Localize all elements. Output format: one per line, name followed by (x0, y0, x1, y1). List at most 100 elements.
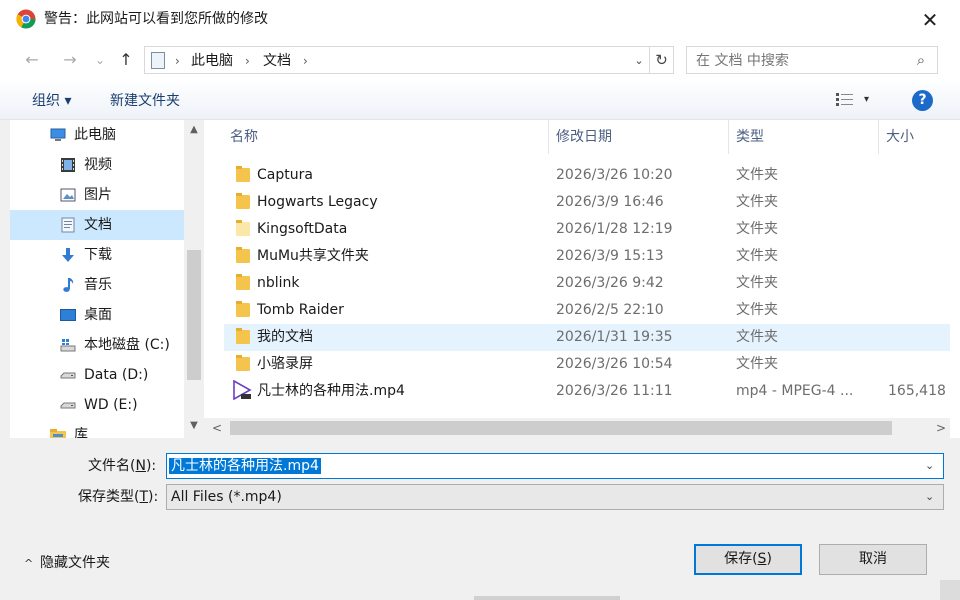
sort-ascending-icon: ^ (378, 120, 388, 127)
file-row[interactable]: 我的文档 2026/1/31 19:35 文件夹 (224, 324, 950, 351)
address-dropdown-icon[interactable]: ⌄ (631, 51, 647, 71)
up-arrow-icon[interactable]: ↑ (114, 48, 138, 72)
navigation-pane: 此电脑 视频 图片 文档 下载 音乐 桌面 本地磁盘 (C:) Data (D:… (10, 120, 184, 438)
background-strip (474, 596, 620, 600)
sidebar-item-label: 库 (74, 427, 88, 438)
new-folder-button[interactable]: 新建文件夹 (110, 92, 180, 110)
back-arrow-icon[interactable]: ← (20, 48, 44, 72)
file-modified: 2026/1/28 12:19 (556, 221, 673, 237)
breadcrumb-separator-icon[interactable]: › (175, 51, 180, 71)
filename-input[interactable]: 凡士林的各种用法.mp4 ⌄ (166, 453, 944, 479)
folder-icon (236, 301, 250, 317)
filetype-select[interactable]: All Files (*.mp4) ⌄ (166, 484, 944, 510)
refresh-icon[interactable]: ↻ (649, 47, 673, 73)
sidebar-item-drive-c[interactable]: 本地磁盘 (C:) (10, 330, 184, 360)
desktop-icon (60, 309, 76, 321)
drive-icon (60, 402, 76, 409)
sidebar-item-pictures[interactable]: 图片 (10, 180, 184, 210)
address-bar[interactable]: › 此电脑 › 文档 › ⌄ ↻ (144, 46, 674, 74)
chevron-down-icon[interactable]: ⌄ (925, 488, 934, 506)
file-type: 文件夹 (736, 221, 778, 237)
folder-icon (236, 166, 250, 182)
sidebar-item-drive-d[interactable]: Data (D:) (10, 360, 184, 390)
column-header-size[interactable]: 大小 (886, 120, 914, 154)
resize-grip-icon[interactable] (940, 580, 960, 600)
scroll-left-icon[interactable]: < (212, 420, 222, 436)
music-icon (63, 278, 74, 292)
column-divider[interactable] (878, 120, 879, 154)
window-title: 警告：此网站可以看到您所做的修改 (44, 11, 268, 27)
scroll-right-icon[interactable]: > (936, 420, 946, 436)
sidebar-item-documents[interactable]: 文档 (10, 210, 184, 240)
sidebar-item-music[interactable]: 音乐 (10, 270, 184, 300)
search-box[interactable]: 在 文档 中搜索 ⌕ (686, 46, 938, 74)
filetype-label: 保存类型(T): (78, 487, 158, 507)
sidebar-item-label: 此电脑 (74, 127, 116, 143)
view-options-icon[interactable] (836, 93, 854, 107)
column-header-name[interactable]: 名称 (230, 120, 258, 154)
file-type: 文件夹 (736, 167, 778, 183)
sidebar-item-videos[interactable]: 视频 (10, 150, 184, 180)
chevron-down-icon[interactable]: ⌄ (925, 457, 934, 475)
download-icon (62, 248, 74, 262)
file-modified: 2026/3/9 15:13 (556, 248, 664, 264)
scrollbar-thumb[interactable] (187, 250, 201, 380)
filename-label-text: 文件名( (88, 458, 136, 474)
column-header-type[interactable]: 类型 (736, 120, 764, 154)
close-button[interactable]: ✕ (912, 6, 948, 34)
save-button[interactable]: 保存(S) (694, 544, 802, 575)
breadcrumb-separator-icon[interactable]: › (245, 51, 250, 71)
file-row[interactable]: 小骆录屏 2026/3/26 10:54 文件夹 (224, 351, 950, 378)
column-header-modified[interactable]: 修改日期 (556, 120, 612, 154)
sidebar-item-label: 桌面 (84, 307, 112, 323)
forward-arrow-icon[interactable]: → (58, 48, 82, 72)
folder-icon (236, 247, 250, 263)
navigation-pane-scrollbar[interactable]: ▲ ▼ (184, 120, 204, 438)
hide-folders-toggle[interactable]: ^ 隐藏文件夹 (24, 553, 110, 574)
chrome-icon (16, 9, 36, 29)
sidebar-item-label: 下载 (84, 247, 112, 263)
scrollbar-thumb[interactable] (230, 421, 892, 435)
file-row[interactable]: nblink 2026/3/26 9:42 文件夹 (224, 270, 950, 297)
file-row[interactable]: MuMu共享文件夹 2026/3/9 15:13 文件夹 (224, 243, 950, 270)
cancel-button[interactable]: 取消 (819, 544, 927, 575)
file-row[interactable]: Tomb Raider 2026/2/5 22:10 文件夹 (224, 297, 950, 324)
file-modified: 2026/3/26 11:11 (556, 383, 673, 399)
file-type: 文件夹 (736, 248, 778, 264)
recent-locations-icon[interactable]: ⌄ (88, 48, 112, 72)
scroll-up-icon[interactable]: ▲ (184, 124, 204, 135)
file-row[interactable]: 凡士林的各种用法.mp4 2026/3/26 11:11 mp4 - MPEG-… (224, 378, 950, 405)
sidebar-item-libraries[interactable]: 库 (10, 420, 184, 438)
breadcrumb-separator-icon[interactable]: › (303, 51, 308, 71)
file-row[interactable]: Hogwarts Legacy 2026/3/9 16:46 文件夹 (224, 189, 950, 216)
sidebar-item-downloads[interactable]: 下载 (10, 240, 184, 270)
folder-icon (236, 193, 250, 209)
save-label: 保存( (724, 551, 758, 567)
organize-button[interactable]: 组织 ▾ (32, 92, 71, 110)
file-row[interactable]: Captura 2026/3/26 10:20 文件夹 (224, 162, 950, 189)
sidebar-item-desktop[interactable]: 桌面 (10, 300, 184, 330)
pictures-icon (60, 188, 76, 202)
column-divider[interactable] (728, 120, 729, 154)
breadcrumb-this-pc[interactable]: 此电脑 (191, 51, 233, 71)
documents-icon (61, 217, 75, 233)
file-name: 小骆录屏 (257, 356, 313, 372)
file-modified: 2026/3/26 10:54 (556, 356, 673, 372)
sidebar-item-label: 文档 (84, 217, 112, 233)
search-icon[interactable]: ⌕ (911, 50, 931, 70)
sidebar-item-label: 本地磁盘 (C:) (84, 337, 170, 353)
file-list-horizontal-scrollbar[interactable]: < > (204, 418, 950, 438)
breadcrumb-documents[interactable]: 文档 (263, 51, 291, 71)
computer-icon (50, 128, 66, 141)
scroll-down-icon[interactable]: ▼ (184, 420, 204, 431)
sidebar-item-this-pc[interactable]: 此电脑 (10, 120, 184, 150)
column-divider[interactable] (548, 120, 549, 154)
file-name: 我的文档 (257, 329, 313, 345)
file-name: 凡士林的各种用法.mp4 (257, 383, 405, 399)
file-row[interactable]: KingsoftData 2026/1/28 12:19 文件夹 (224, 216, 950, 243)
file-type: 文件夹 (736, 194, 778, 210)
view-dropdown-icon[interactable]: ▾ (864, 92, 869, 108)
library-icon (50, 429, 66, 438)
help-icon[interactable]: ? (912, 90, 933, 111)
sidebar-item-drive-e[interactable]: WD (E:) (10, 390, 184, 420)
